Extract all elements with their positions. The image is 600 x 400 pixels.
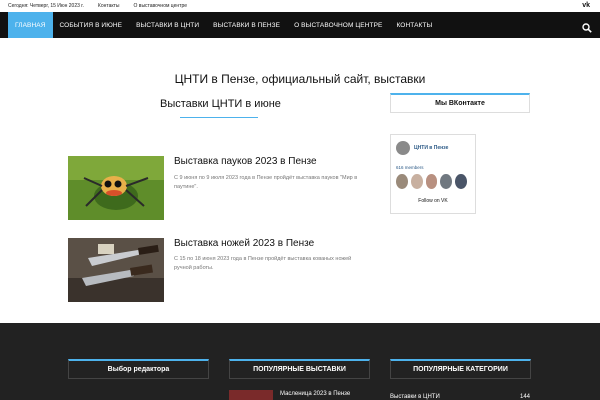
footer-popular-item[interactable]: Масленица 2023 в Пензе bbox=[280, 391, 350, 397]
footer-editors-choice-title: Выбор редактора bbox=[68, 359, 209, 379]
top-bar: Сегодня: Четверг, 15 Июн 2023 г. Контакт… bbox=[0, 0, 600, 12]
topbar-link-contacts[interactable]: Контакты bbox=[98, 3, 120, 9]
post-thumbnail-spider[interactable] bbox=[68, 156, 164, 220]
member-avatar[interactable] bbox=[425, 174, 438, 189]
site-title: ЦНТИ в Пензе, официальный сайт, выставки bbox=[174, 72, 426, 86]
nav-item-penza-exhibitions[interactable]: ВЫСТАВКИ В ПЕНЗЕ bbox=[206, 12, 287, 38]
search-icon[interactable] bbox=[582, 20, 592, 38]
heading-underline bbox=[180, 117, 258, 118]
post-thumbnail-knives[interactable] bbox=[68, 238, 164, 302]
nav-item-contacts[interactable]: КОНТАКТЫ bbox=[389, 12, 439, 38]
group-avatar[interactable] bbox=[396, 141, 410, 155]
nav-item-cnti-exhibitions[interactable]: ВЫСТАВКИ В ЦНТИ bbox=[129, 12, 206, 38]
nav-item-events-june[interactable]: СОБЫТИЯ В ИЮНЕ bbox=[53, 12, 130, 38]
group-members-count[interactable]: 616 members bbox=[391, 155, 475, 170]
member-avatar[interactable] bbox=[440, 174, 453, 189]
footer-popular-thumb[interactable] bbox=[229, 390, 273, 400]
vk-group-widget: ЦНТИ в Пензе 616 members Follow on VK bbox=[390, 134, 476, 214]
main-nav: ГЛАВНАЯ СОБЫТИЯ В ИЮНЕ ВЫСТАВКИ В ЦНТИ В… bbox=[0, 12, 600, 38]
vk-icon[interactable]: vk bbox=[582, 2, 590, 9]
footer-popular-exhibitions-title: ПОПУЛЯРНЫЕ ВЫСТАВКИ bbox=[229, 359, 370, 379]
member-avatar[interactable] bbox=[396, 174, 408, 189]
footer-popular-categories-title: ПОПУЛЯРНЫЕ КАТЕГОРИИ bbox=[390, 359, 531, 379]
post-excerpt: С 9 июня по 9 июля 2023 года в Пензе про… bbox=[174, 175, 358, 190]
sidebar-vk-title: Мы ВКонтакте bbox=[390, 93, 530, 113]
nav-item-home[interactable]: ГЛАВНАЯ bbox=[8, 12, 53, 38]
follow-vk-button[interactable]: Follow on VK bbox=[391, 198, 475, 204]
footer-category-item[interactable]: Выставки в ЦНТИ bbox=[390, 394, 440, 400]
member-avatar[interactable] bbox=[410, 174, 423, 189]
topbar-link-about[interactable]: О выставочном центре bbox=[134, 3, 188, 9]
member-avatar[interactable] bbox=[455, 174, 467, 189]
member-avatars bbox=[391, 170, 475, 189]
post-excerpt: С 15 по 18 июня 2023 года в Пензе пройдё… bbox=[174, 256, 352, 271]
post-title[interactable]: Выставка пауков 2023 в Пензе bbox=[174, 156, 317, 167]
current-date: Сегодня: Четверг, 15 Июн 2023 г. bbox=[8, 3, 84, 9]
section-heading: Выставки ЦНТИ в июне bbox=[160, 98, 281, 110]
group-name[interactable]: ЦНТИ в Пензе bbox=[414, 145, 448, 151]
footer-category-count: 144 bbox=[520, 394, 531, 400]
post-title[interactable]: Выставка ножей 2023 в Пензе bbox=[174, 238, 314, 249]
nav-item-about[interactable]: О ВЫСТАВОЧНОМ ЦЕНТРЕ bbox=[287, 12, 389, 38]
